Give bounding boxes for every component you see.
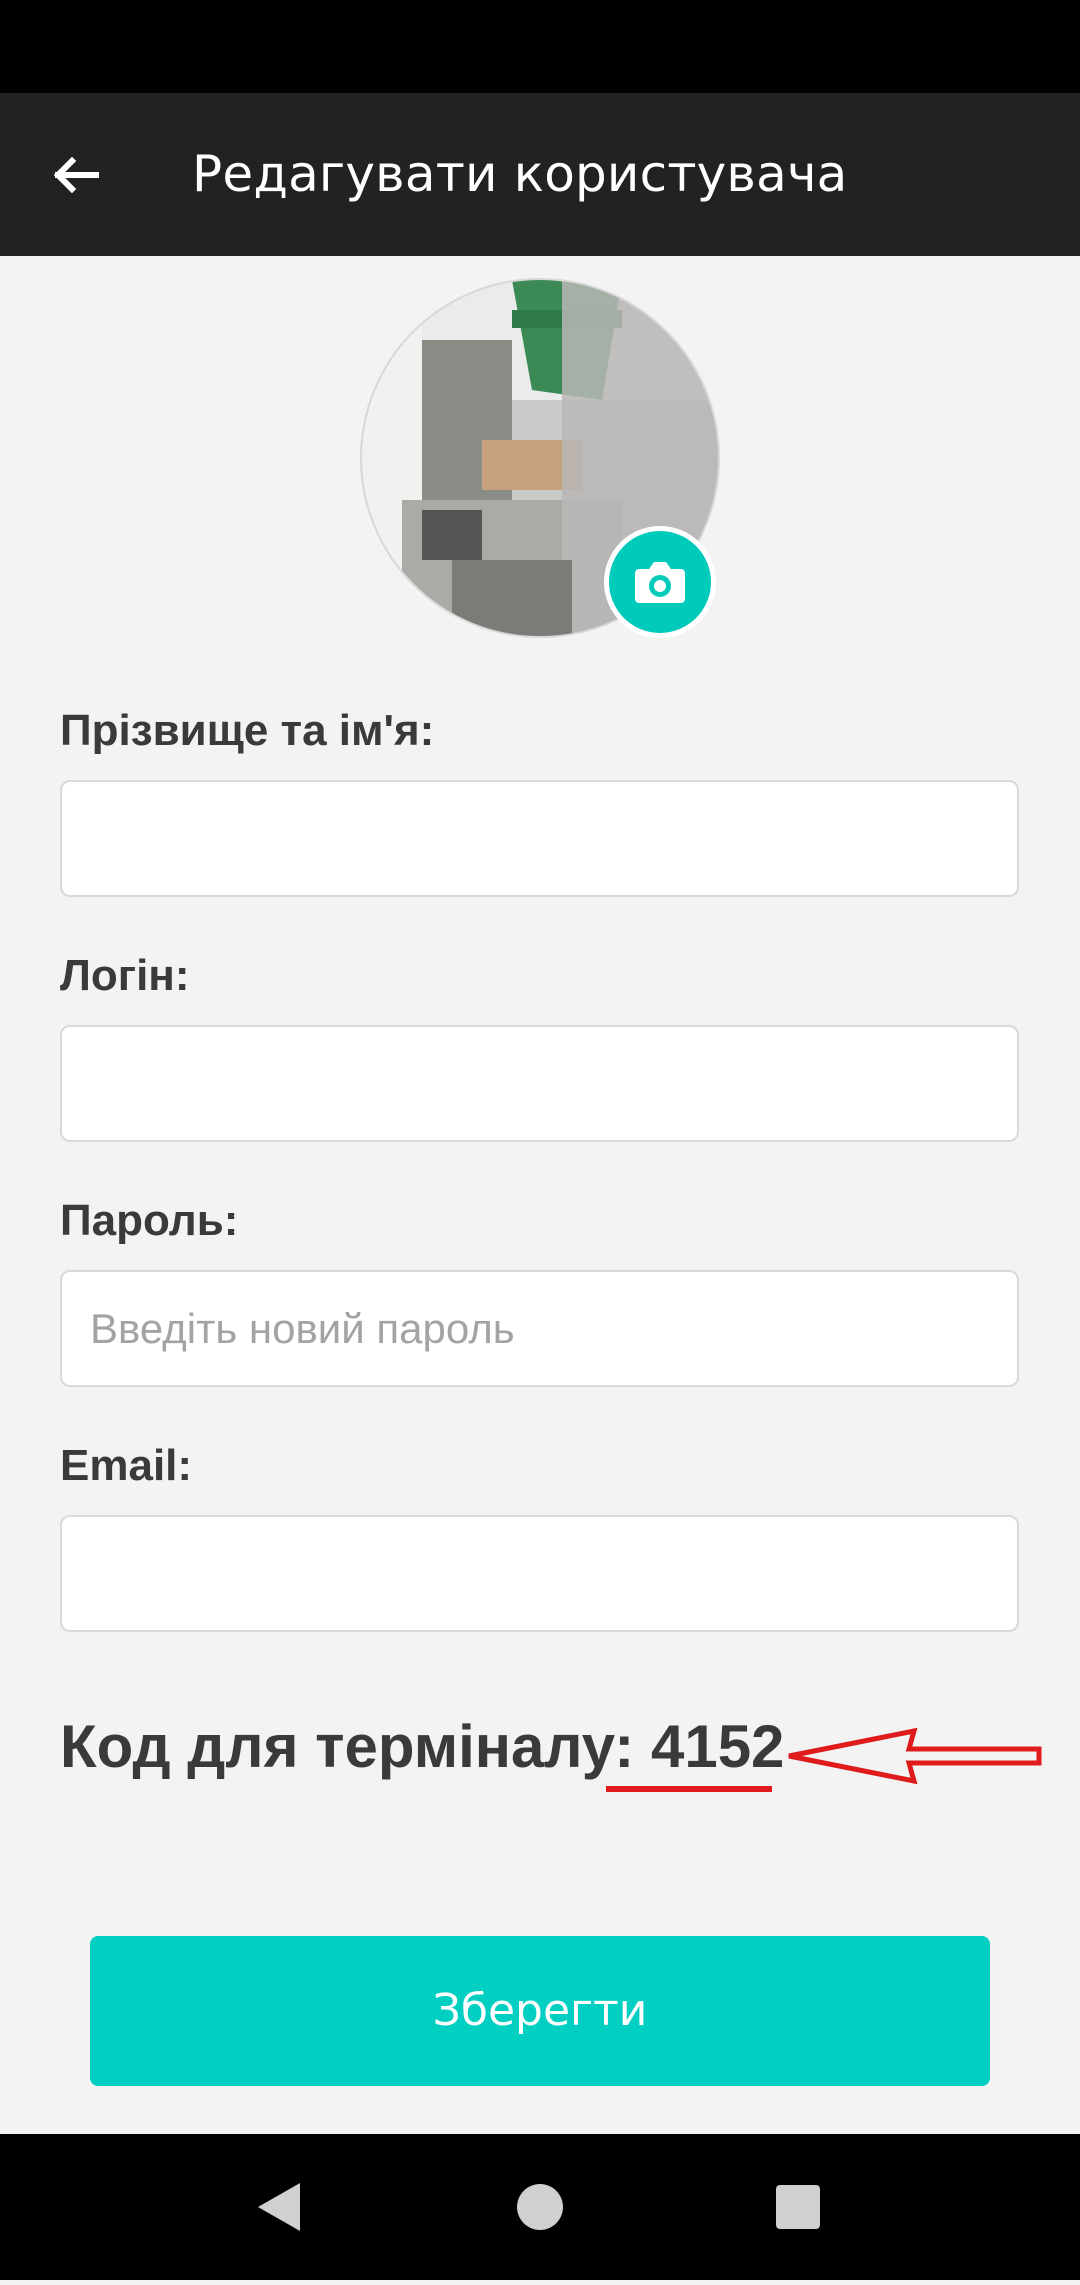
status-bar (0, 0, 1080, 93)
email-input[interactable] (60, 1515, 1019, 1632)
terminal-code: Код для терміналу: 4152 (60, 1712, 784, 1781)
change-photo-button[interactable] (604, 526, 716, 638)
login-label: Логін: (60, 951, 190, 1000)
app-bar: Редагувати користувача (0, 93, 1080, 256)
annotation-underline (606, 1786, 772, 1792)
terminal-code-label: Код для терміналу: (60, 1713, 635, 1780)
page-title: Редагувати користувача (192, 145, 848, 203)
system-nav-bar (0, 2134, 1080, 2280)
annotation-arrow-icon (788, 1727, 1042, 1785)
terminal-code-value: 4152 (650, 1713, 785, 1780)
avatar-container (360, 278, 720, 638)
nav-back-button[interactable] (210, 2134, 350, 2280)
nav-recents-button[interactable] (728, 2134, 868, 2280)
arrow-left-icon (53, 156, 99, 194)
password-label: Пароль: (60, 1196, 239, 1245)
nav-back-icon (258, 2183, 300, 2231)
full-name-input[interactable] (60, 780, 1019, 897)
back-button[interactable] (38, 133, 122, 217)
nav-recents-icon (776, 2185, 820, 2229)
password-input[interactable] (60, 1270, 1019, 1387)
camera-icon (635, 562, 685, 603)
full-name-label: Прізвище та ім'я: (60, 706, 435, 755)
login-input[interactable] (60, 1025, 1019, 1142)
save-button[interactable]: Зберегти (90, 1936, 990, 2086)
nav-home-icon (517, 2184, 563, 2230)
email-label: Email: (60, 1441, 193, 1490)
nav-home-button[interactable] (470, 2134, 610, 2280)
